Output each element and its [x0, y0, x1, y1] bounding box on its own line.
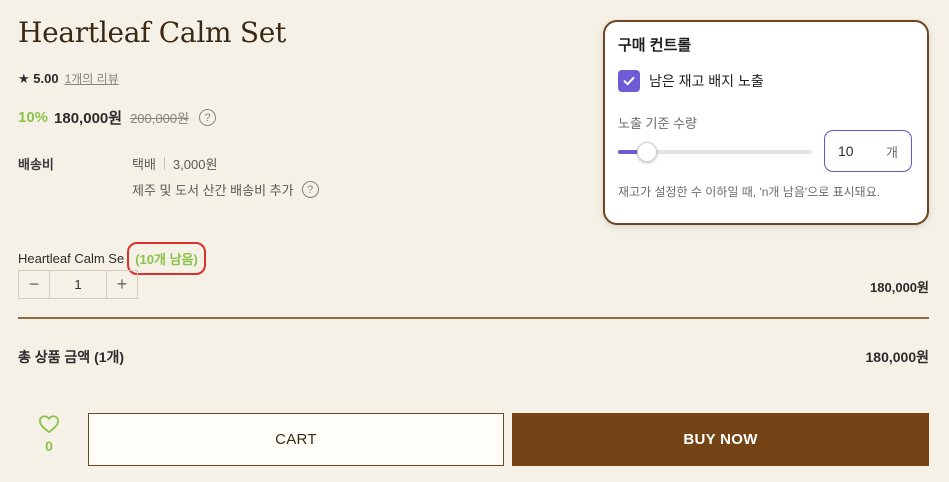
stock-badge-checkbox[interactable]	[618, 70, 640, 92]
quantity-increase-button[interactable]: +	[107, 271, 137, 298]
threshold-slider[interactable]	[618, 142, 812, 162]
total-divider	[18, 317, 929, 319]
price-row: 10% 180,000원 200,000원 ?	[18, 107, 217, 128]
threshold-label: 노출 기준 수량	[618, 116, 697, 131]
slider-thumb[interactable]	[637, 142, 658, 162]
discount-rate: 10%	[18, 109, 49, 126]
rating-score: ★ 5.00	[18, 70, 59, 86]
panel-title: 구매 컨트롤	[618, 37, 692, 54]
review-count-link[interactable]: 1개의 리뷰	[65, 70, 119, 87]
shipping-value: 택배 3,000원	[132, 154, 217, 173]
quantity-stepper: − 1 +	[18, 270, 138, 299]
threshold-input[interactable]: 10 개	[824, 130, 912, 172]
shipping-label: 배송비	[18, 157, 54, 172]
threshold-hint: 재고가 설정한 수 이하일 때, 'n개 남음'으로 표시돼요.	[618, 185, 881, 199]
heart-icon	[39, 415, 59, 434]
cart-button[interactable]: CART	[88, 413, 504, 466]
option-line-price: 180,000원	[870, 280, 929, 295]
threshold-value: 10	[838, 143, 854, 159]
total-price: 180,000원	[865, 349, 930, 365]
total-label: 총 상품 금액 (1개)	[18, 349, 125, 365]
wishlist-button[interactable]: 0	[34, 414, 64, 454]
shipping-divider	[163, 157, 165, 170]
stock-remaining-badge: (10개 남음)	[127, 242, 206, 275]
purchase-control-panel: 구매 컨트롤 남은 재고 배지 노출 노출 기준 수량 10 개 재고가 설정한…	[603, 20, 929, 225]
product-title: Heartleaf Calm Set	[18, 16, 286, 49]
check-icon	[623, 76, 635, 86]
buy-now-button[interactable]: BUY NOW	[512, 413, 929, 466]
shipping-help-icon[interactable]: ?	[301, 181, 319, 198]
original-price: 200,000원	[130, 111, 190, 126]
price-help-icon[interactable]: ?	[199, 109, 217, 126]
stock-badge-toggle-row[interactable]: 남은 재고 배지 노출	[618, 70, 764, 92]
wishlist-count: 0	[45, 438, 53, 454]
threshold-unit: 개	[886, 144, 898, 160]
sale-price: 180,000원	[54, 110, 123, 127]
stock-badge-checkbox-label: 남은 재고 배지 노출	[649, 73, 764, 89]
shipping-fee: 3,000원	[172, 157, 218, 172]
option-name: Heartleaf Calm Se	[18, 251, 125, 266]
rating-row: ★ 5.00 1개의 리뷰	[18, 70, 119, 87]
shipping-method: 택배	[132, 157, 156, 172]
quantity-decrease-button[interactable]: −	[19, 271, 49, 298]
shipping-note-text: 제주 및 도서 산간 배송비 추가	[132, 183, 294, 198]
quantity-input[interactable]: 1	[49, 271, 107, 298]
shipping-note: 제주 및 도서 산간 배송비 추가 ?	[132, 180, 319, 199]
